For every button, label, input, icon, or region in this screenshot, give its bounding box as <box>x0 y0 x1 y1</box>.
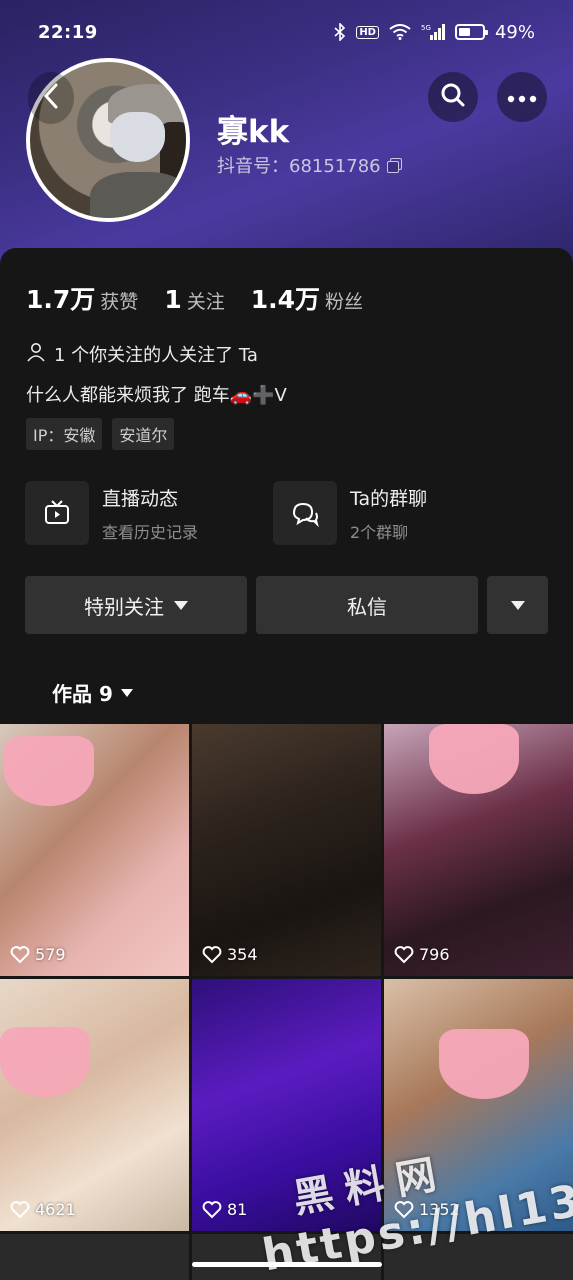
status-bar: 22:19 HD 5G 49% <box>0 0 573 64</box>
chevron-left-icon <box>41 82 61 114</box>
more-actions-button[interactable] <box>487 576 548 634</box>
caret-down-icon <box>174 600 188 610</box>
wifi-icon <box>389 24 411 40</box>
stat-likes[interactable]: 1.7万 获赞 <box>26 280 138 316</box>
message-label: 私信 <box>347 594 387 619</box>
like-count: 81 <box>202 1200 247 1219</box>
nickname: 寡kk <box>217 114 290 150</box>
like-count: 4621 <box>10 1200 76 1219</box>
caret-down-icon <box>120 688 133 697</box>
stats-row: 1.7万 获赞 1 关注 1.4万 粉丝 <box>26 280 389 316</box>
video-thumbnail-partial[interactable] <box>0 1234 189 1280</box>
like-count-value: 4621 <box>35 1200 76 1219</box>
heart-icon <box>394 945 414 963</box>
video-thumbnail[interactable]: 4621 <box>0 979 189 1231</box>
network-type: 5G <box>421 24 431 32</box>
location-tag[interactable]: 安道尔 <box>112 418 175 450</box>
video-thumbnail[interactable]: 796 <box>384 724 573 976</box>
caret-down-icon <box>510 600 525 610</box>
bio: 什么人都能来烦我了 跑车🚗➕V <box>26 385 287 406</box>
stat-followers[interactable]: 1.4万 粉丝 <box>251 280 363 316</box>
home-indicator[interactable] <box>192 1262 382 1267</box>
like-count-value: 354 <box>227 945 258 964</box>
special-follow-label: 特别关注 <box>84 594 164 619</box>
like-count-value: 81 <box>227 1200 248 1219</box>
person-icon <box>26 342 46 367</box>
special-follow-button[interactable]: 特别关注 <box>25 576 247 634</box>
feature-title: 直播动态 <box>102 487 179 510</box>
mutual-follow-text: 1 个你关注的人关注了 Ta <box>54 345 258 366</box>
stat-value: 1.7万 <box>26 285 96 314</box>
status-time: 22:19 <box>38 21 98 43</box>
hd-badge: HD <box>356 25 379 39</box>
heart-icon <box>202 945 222 963</box>
stat-value: 1 <box>164 285 182 314</box>
battery-percent: 49% <box>494 21 535 43</box>
heart-icon <box>202 1200 222 1218</box>
more-button[interactable] <box>497 72 547 122</box>
status-icons: HD 5G 49% <box>334 22 535 43</box>
like-count: 579 <box>10 945 66 964</box>
video-thumbnail[interactable]: 354 <box>192 724 381 976</box>
heart-icon <box>10 945 30 963</box>
stat-label: 粉丝 <box>325 291 364 313</box>
stat-value: 1.4万 <box>250 285 321 314</box>
like-count-value: 796 <box>419 945 450 964</box>
cellular-signal-icon: 5G <box>421 23 445 41</box>
mutual-follow[interactable]: 1 个你关注的人关注了 Ta <box>26 341 258 367</box>
group-chat-entry[interactable]: Ta的群聊 2个群聊 <box>273 481 427 545</box>
copy-icon[interactable] <box>386 158 402 173</box>
feature-subtitle: 2个群聊 <box>350 522 409 542</box>
stat-label: 获赞 <box>100 291 139 313</box>
live-history-entry[interactable]: 直播动态 查看历史记录 <box>25 481 198 545</box>
heart-icon <box>10 1200 30 1218</box>
like-count: 796 <box>394 945 450 964</box>
tab-works[interactable]: 作品 9 <box>52 678 133 707</box>
stat-following[interactable]: 1 关注 <box>164 285 224 314</box>
stat-label: 关注 <box>186 291 225 313</box>
like-count-value: 579 <box>35 945 66 964</box>
bluetooth-icon <box>334 23 346 41</box>
chat-bubble-icon <box>273 481 337 545</box>
feature-subtitle: 查看历史记录 <box>102 522 199 542</box>
tv-icon <box>25 481 89 545</box>
tags: IP：安徽 安道尔 <box>26 418 175 450</box>
video-thumbnail[interactable]: 579 <box>0 724 189 976</box>
douyin-id-text: 抖音号：68151786 <box>217 156 381 177</box>
search-icon <box>440 82 466 112</box>
more-dots-icon <box>507 88 537 107</box>
ip-tag: IP：安徽 <box>26 418 103 450</box>
message-button[interactable]: 私信 <box>256 576 478 634</box>
search-button[interactable] <box>428 72 478 122</box>
tab-works-label: 作品 9 <box>52 682 113 706</box>
douyin-id[interactable]: 抖音号：68151786 <box>217 152 402 178</box>
battery-icon <box>454 24 488 40</box>
feature-title: Ta的群聊 <box>350 487 428 510</box>
like-count: 354 <box>202 945 258 964</box>
back-button[interactable] <box>28 72 74 124</box>
